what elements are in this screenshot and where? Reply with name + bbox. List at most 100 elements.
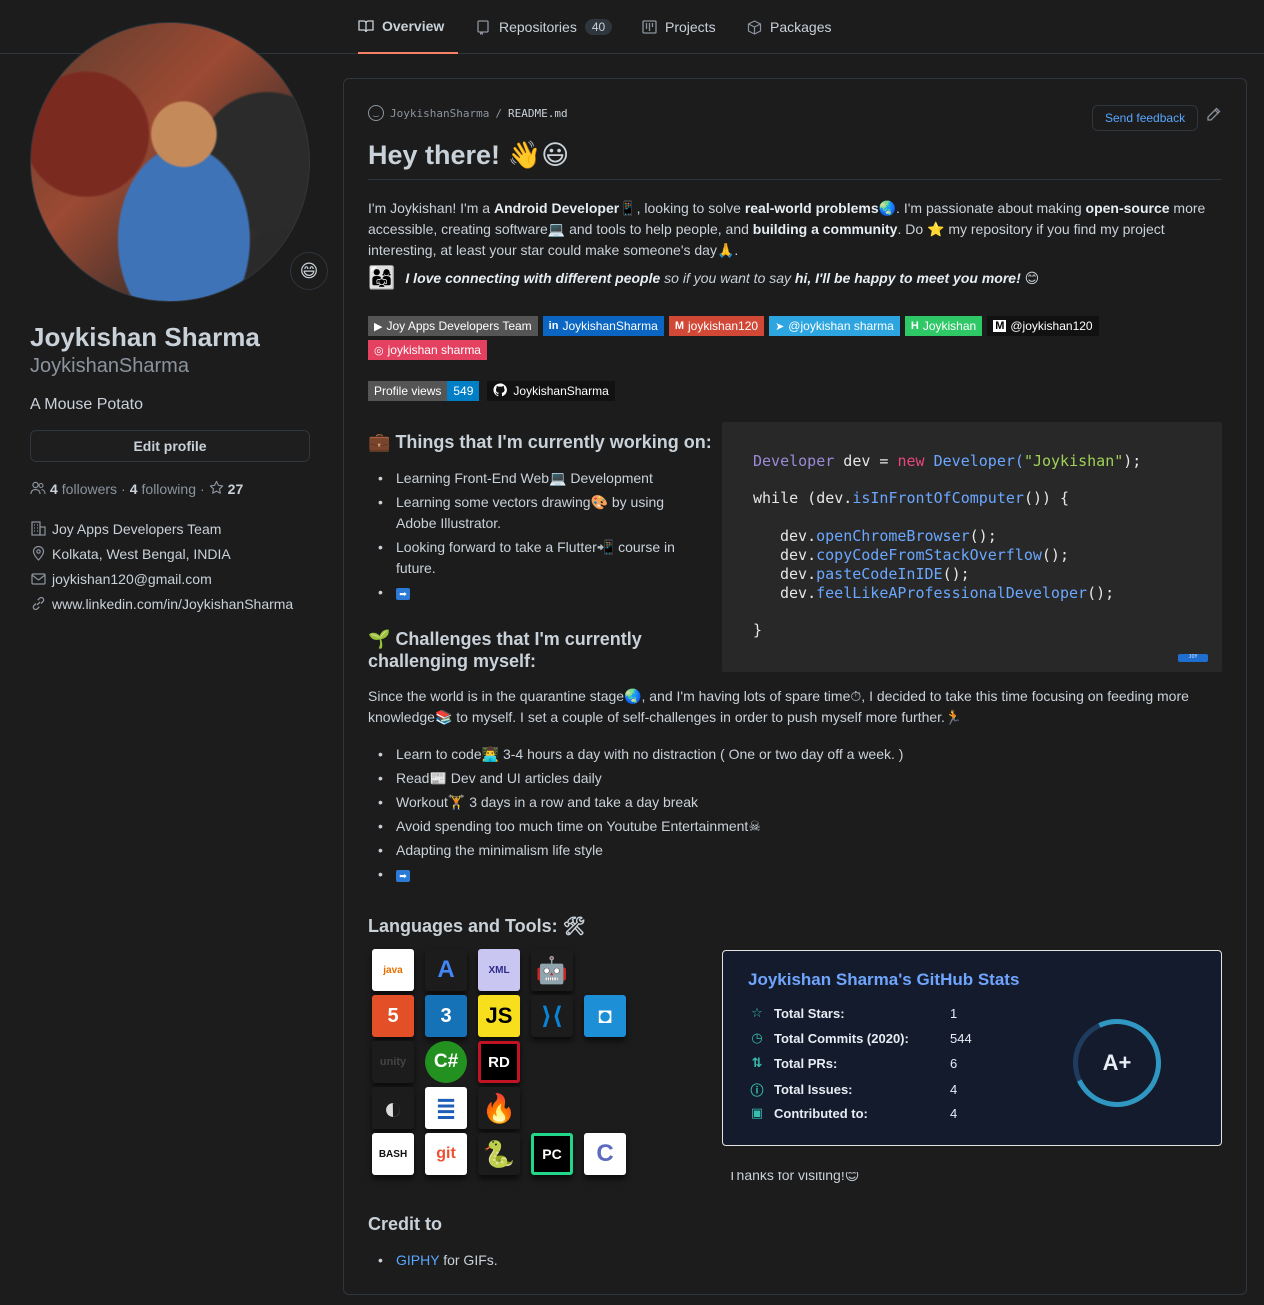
stats-label: Total Commits (2020):: [774, 1030, 909, 1046]
css3-icon[interactable]: 3: [425, 995, 467, 1037]
badge-linkedin[interactable]: in JoykishanSharma: [542, 316, 664, 336]
mail-icon: [30, 572, 46, 585]
badge-label: joykishan120: [688, 319, 759, 333]
views-count: 549: [447, 381, 480, 401]
readme-path: ‿ JoykishanSharma / README.md: [368, 105, 568, 121]
linkedin-icon: in: [548, 320, 559, 332]
briefcase-emoji: 💼: [368, 432, 391, 452]
readme-file-name[interactable]: README.md: [508, 107, 568, 120]
location-text: Kolkata, West Bengal, INDIA: [52, 545, 231, 562]
stats-row-contributed: ▣ Contributed to: 4: [748, 1105, 957, 1121]
code-token: new: [897, 452, 925, 470]
pycharm-icon[interactable]: PC: [531, 1133, 573, 1175]
smiley-icon: ‿: [368, 105, 384, 121]
firebase-icon[interactable]: 🔥: [478, 1087, 520, 1129]
code-token: Developer: [753, 452, 835, 470]
html5-icon[interactable]: 5: [372, 995, 414, 1037]
path-separator: /: [495, 106, 502, 120]
bash-icon[interactable]: BASH: [372, 1133, 414, 1175]
heading-text: Hey there!: [368, 140, 501, 170]
list-item: Avoid spending too much time on Youtube …: [368, 816, 1188, 837]
company-item: Joy Apps Developers Team: [30, 516, 312, 541]
code-token: ();: [942, 565, 970, 583]
csharp-icon[interactable]: C#: [425, 1041, 467, 1083]
tools-emoji: 🛠: [562, 916, 586, 936]
stats-value: 1: [950, 1005, 958, 1021]
java-icon[interactable]: java: [372, 949, 414, 991]
list-item: ➡: [368, 864, 1188, 885]
intro-text: I'm Joykishan! I'm a: [368, 200, 494, 216]
following-link[interactable]: following: [142, 481, 196, 497]
challenges-title: Challenges that I'm currently challengin…: [368, 629, 642, 671]
android-icon[interactable]: 🤖: [531, 949, 573, 991]
code-token: );: [1123, 452, 1142, 470]
email-item: joykishan120@gmail.com: [30, 566, 312, 591]
codepen-icon[interactable]: ◘: [584, 995, 626, 1037]
tab-projects[interactable]: Projects: [641, 0, 716, 54]
code-token: ()) {: [1023, 489, 1070, 507]
connect-bold: hi, I'll be happy to meet you more!: [794, 269, 1021, 286]
stats-row-stars: ☆ Total Stars: 1: [748, 1005, 957, 1021]
javascript-icon[interactable]: JS: [478, 995, 520, 1037]
vscode-icon[interactable]: ⟩⟨: [531, 995, 573, 1037]
hackerrank-icon: H: [910, 320, 919, 332]
status-emoji-button[interactable]: 😄: [290, 252, 328, 290]
badge-hackerrank[interactable]: H Joykishan: [904, 316, 983, 336]
intro-bold: Android Developer: [493, 200, 620, 216]
code-line-5: dev.pasteCodeInIDE();: [780, 565, 970, 583]
python-icon[interactable]: 🐍: [478, 1133, 520, 1175]
badge-telegram[interactable]: ➤ @joykishan sharma: [769, 316, 900, 336]
tab-overview[interactable]: Overview: [358, 0, 458, 54]
connect-plain: 😊: [1020, 269, 1040, 286]
github-badge-label: JoykishanSharma: [513, 384, 609, 398]
code-token: dev.: [780, 565, 817, 583]
email-link[interactable]: joykishan120@gmail.com: [52, 571, 212, 587]
pencil-icon[interactable]: [1206, 107, 1221, 126]
tab-packages-label: Packages: [770, 19, 832, 35]
profile-views-badge[interactable]: Profile views 549: [368, 381, 480, 401]
edit-profile-button[interactable]: Edit profile: [30, 430, 310, 462]
unity-icon[interactable]: unity: [372, 1041, 414, 1083]
medium-icon: M: [993, 320, 1007, 332]
list-item: Learn to code👨‍💻 3-4 hours a day with no…: [368, 744, 1188, 765]
link-icon: [30, 596, 46, 611]
json-icon[interactable]: ◐: [372, 1087, 414, 1129]
connect-line: 👨‍👩‍👧 I love connecting with different p…: [368, 265, 1039, 291]
challenges-intro: Since the world is in the quarantine sta…: [368, 688, 1189, 725]
tab-repositories[interactable]: Repositories 40: [475, 0, 613, 54]
badge-gmail[interactable]: Mjoykishan120: [668, 316, 765, 336]
database-icon[interactable]: ≣: [425, 1087, 467, 1129]
badge-joy-apps[interactable]: ▶ Joy Apps Developers Team: [368, 316, 538, 336]
giphy-link[interactable]: GIPHY: [396, 1252, 439, 1268]
website-link[interactable]: www.linkedin.com/in/JoykishanSharma: [52, 596, 293, 612]
avatar[interactable]: [30, 22, 310, 302]
badge-medium[interactable]: M @joykishan120: [987, 316, 1099, 336]
stars-count[interactable]: 27: [228, 481, 244, 497]
git-icon[interactable]: git: [425, 1133, 467, 1175]
following-count[interactable]: 4: [130, 481, 138, 497]
xml-icon[interactable]: XML: [478, 949, 520, 991]
followers-count[interactable]: 4: [50, 481, 58, 497]
location-icon: [30, 546, 46, 561]
code-token: (dev.: [798, 489, 853, 507]
github-badge[interactable]: JoykishanSharma: [487, 381, 615, 401]
views-label: Profile views: [368, 381, 448, 401]
followers-link[interactable]: followers: [62, 481, 117, 497]
people-emoji: 👨‍👩‍👧: [368, 265, 396, 290]
intro-text: 📱, looking to solve: [619, 200, 745, 216]
readme-owner-link[interactable]: JoykishanSharma: [390, 107, 489, 120]
send-feedback-button[interactable]: Send feedback: [1092, 105, 1199, 131]
repo-icon: ▣: [750, 1105, 764, 1120]
challenges-heading: 🌱 Challenges that I'm currently challeng…: [368, 628, 668, 672]
rider-icon[interactable]: RD: [478, 1041, 520, 1083]
tab-repositories-label: Repositories: [499, 19, 577, 35]
c-language-icon[interactable]: C: [584, 1133, 626, 1175]
tab-overview-label: Overview: [382, 18, 445, 34]
seedling-emoji: 🌱: [368, 629, 391, 649]
tab-packages[interactable]: Packages: [746, 0, 831, 54]
badge-instagram[interactable]: ◎ joykishan sharma: [368, 340, 487, 360]
stats-row-commits: ◷ Total Commits (2020): 544: [748, 1030, 971, 1046]
android-studio-icon[interactable]: A: [425, 949, 467, 991]
thanks-label: Thanks for visiting!😊: [728, 1172, 860, 1183]
working-heading: 💼 Things that I'm currently working on:: [368, 431, 712, 453]
